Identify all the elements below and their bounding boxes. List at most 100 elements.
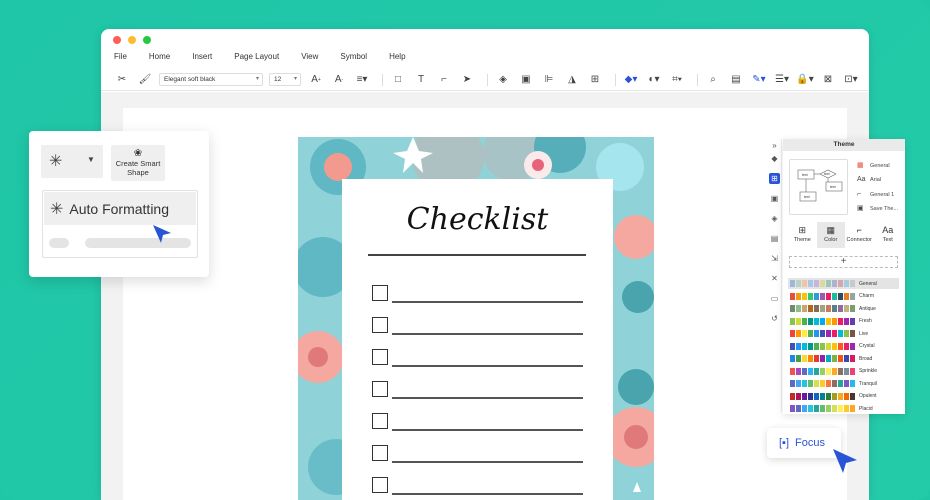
distribute-icon[interactable]: ⊞: [586, 72, 604, 88]
checklist-row[interactable]: [372, 477, 584, 495]
menu-page-layout[interactable]: Page Layout: [234, 49, 279, 67]
checkbox[interactable]: [372, 317, 388, 333]
connector-icon[interactable]: ⌐: [435, 72, 453, 88]
checklist-row[interactable]: [372, 349, 584, 367]
color-swatch: [850, 292, 855, 300]
theme-row-charm[interactable]: Charm: [788, 291, 899, 302]
menu-file[interactable]: File: [114, 49, 127, 67]
text-icon[interactable]: T: [412, 72, 430, 88]
color-swatch: [820, 342, 825, 350]
shadow-icon[interactable]: ◐▾: [645, 72, 663, 88]
checkbox[interactable]: [372, 445, 388, 461]
export-icon[interactable]: ⇲: [769, 253, 780, 264]
theme-row-sprinkle[interactable]: Sprinkle: [788, 366, 899, 377]
increase-font-icon[interactable]: A +: [307, 72, 325, 88]
menu-help[interactable]: Help: [389, 49, 405, 67]
checkbox[interactable]: [372, 381, 388, 397]
pointer-icon[interactable]: ➤: [458, 72, 476, 88]
rectangle-icon[interactable]: □: [389, 72, 407, 88]
more-icon[interactable]: ⊡▾: [842, 72, 860, 88]
line-color-icon[interactable]: ✎▾: [750, 72, 768, 88]
color-swatch: [826, 405, 831, 412]
font-size-select[interactable]: 12 ▾: [269, 73, 301, 86]
auto-formatting-button[interactable]: ✳ Auto Formatting: [44, 192, 196, 225]
history-icon[interactable]: ↺: [769, 313, 780, 324]
checklist-row[interactable]: [372, 317, 584, 335]
theme-tabs: ⊞ Theme ▦ Color ⌐ Connector Aa Text: [788, 222, 902, 248]
checkbox[interactable]: [372, 477, 388, 493]
color-swatch: [790, 405, 795, 412]
image-icon[interactable]: ▣: [769, 193, 780, 204]
theme-row-fresh[interactable]: Fresh: [788, 316, 899, 327]
checkbox[interactable]: [372, 413, 388, 429]
menu-home[interactable]: Home: [149, 49, 170, 67]
font-family-select[interactable]: Elegant soft black ▾: [159, 73, 263, 86]
checklist-row[interactable]: [372, 285, 584, 303]
theme-option-general[interactable]: ▦ General: [857, 162, 890, 169]
theme-name: Crystal: [859, 343, 875, 349]
tab-theme[interactable]: ⊞ Theme: [788, 222, 817, 248]
find-replace-icon[interactable]: ▤: [727, 72, 745, 88]
theme-grid-icon[interactable]: ⊞: [769, 173, 780, 184]
theme-row-general[interactable]: General: [788, 278, 899, 289]
page-icon[interactable]: ▤: [769, 233, 780, 244]
theme-row-antique[interactable]: Antique: [788, 303, 899, 314]
layers-icon[interactable]: ◈: [769, 213, 780, 224]
create-smart-shape-button[interactable]: ❀ Create Smart Shape: [111, 145, 165, 181]
option-label: Save The...: [870, 205, 899, 212]
checklist-row[interactable]: [372, 381, 584, 399]
crop-icon[interactable]: ⌗▾: [668, 72, 686, 88]
color-swatch: [844, 280, 849, 287]
flip-icon[interactable]: ◮: [563, 72, 581, 88]
color-swatch: [790, 367, 795, 375]
minimize-dot[interactable]: [128, 36, 136, 44]
checklist-row[interactable]: [372, 413, 584, 431]
theme-row-crystal[interactable]: Crystal: [788, 341, 899, 352]
menu-symbol[interactable]: Symbol: [340, 49, 367, 67]
close-shape-icon[interactable]: ⊠: [819, 72, 837, 88]
smart-style-dropdown[interactable]: ✳ ▼: [41, 145, 103, 178]
format-painter-icon[interactable]: 🖌: [136, 72, 154, 88]
theme-preview[interactable]: text text text text: [789, 159, 848, 215]
menu-view[interactable]: View: [301, 49, 318, 67]
fill-color-icon[interactable]: ◆▾: [622, 72, 640, 88]
color-swatch: [832, 380, 837, 387]
theme-name: Live: [859, 330, 869, 337]
presentation-icon[interactable]: ▭: [769, 293, 780, 304]
theme-row-live[interactable]: Live: [788, 328, 899, 339]
fill-icon[interactable]: ◆: [769, 153, 780, 164]
checkbox[interactable]: [372, 349, 388, 365]
lock-icon[interactable]: 🔒▾: [796, 72, 814, 88]
cut-icon[interactable]: ✂: [113, 72, 131, 88]
color-swatch: [844, 330, 849, 337]
decrease-font-icon[interactable]: A-: [330, 72, 348, 88]
tab-text[interactable]: Aa Text: [874, 222, 903, 248]
search-icon[interactable]: ⌕: [704, 72, 722, 88]
group-icon[interactable]: ▣: [517, 72, 535, 88]
theme-option-general-1[interactable]: ⌐ General 1: [857, 191, 894, 198]
menu-insert[interactable]: Insert: [192, 49, 212, 67]
theme-row-opulent[interactable]: Opulent: [788, 391, 899, 402]
option-label: General: [870, 162, 890, 169]
expand-icon[interactable]: »: [769, 140, 780, 151]
theme-row-tranquil[interactable]: Tranquil: [788, 378, 899, 389]
layers-icon[interactable]: ◈: [494, 72, 512, 88]
theme-option-arial[interactable]: Aa Arial: [857, 176, 881, 183]
chevron-down-icon: ▾: [255, 76, 259, 82]
line-style-icon[interactable]: ☰▾: [773, 72, 791, 88]
checklist-title[interactable]: Checklist: [342, 202, 613, 237]
shrink-icon[interactable]: ✕: [769, 273, 780, 284]
checklist-row[interactable]: [372, 445, 584, 463]
add-theme-button[interactable]: +: [789, 256, 898, 268]
tab-color[interactable]: ▦ Color: [816, 222, 845, 248]
close-dot[interactable]: [113, 36, 121, 44]
color-swatch: [850, 342, 855, 350]
theme-row-broad[interactable]: Broad: [788, 353, 899, 364]
checkbox[interactable]: [372, 285, 388, 301]
align-icon[interactable]: ≡▾: [353, 72, 371, 88]
maximize-dot[interactable]: [143, 36, 151, 44]
theme-row-placid[interactable]: Placid: [788, 403, 899, 414]
theme-option-save[interactable]: ▣ Save The...: [857, 205, 898, 212]
tab-connector[interactable]: ⌐ Connector: [845, 222, 874, 248]
align-left-icon[interactable]: ⊫: [540, 72, 558, 88]
